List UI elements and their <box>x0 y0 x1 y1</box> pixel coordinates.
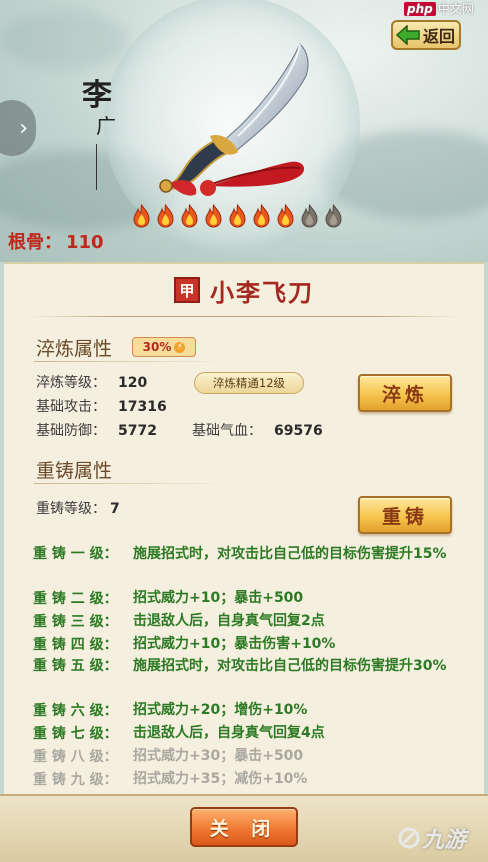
recast-level-label: 重 铸 八 级： <box>33 749 118 765</box>
star-level-flames <box>131 204 344 228</box>
recast-level-desc: 击退敌人后，自身真气回复2点 <box>133 613 325 629</box>
recast-level-row-locked: 重 铸 八 级： 招式威力+30；暴击+500 <box>33 746 453 767</box>
calligraphy-stroke <box>96 144 97 190</box>
recast-level-label: 重 铸 五 级： <box>33 658 118 674</box>
stat-label: 基础防御： <box>36 423 106 439</box>
calligraphy-char: 李 <box>82 78 112 113</box>
refine-section-title: 淬炼属性 <box>36 338 113 360</box>
recast-level-desc: 招式威力+35；减伤+10% <box>133 771 308 787</box>
recast-level-label: 重 铸 四 级： <box>33 637 118 653</box>
recast-level-desc: 招式威力+30；暴击+500 <box>133 748 304 764</box>
recast-level-desc: 招式威力+20；增伤+10% <box>133 702 308 718</box>
stat-base-attack: 基础攻击： 17316 <box>36 396 167 416</box>
recast-level-label: 重 铸 二 级： <box>33 591 118 607</box>
recast-level-desc: 施展招式时，对攻击比自己低的目标伤害提升30% <box>133 658 447 674</box>
recast-level-row: 重 铸 七 级： 击退敌人后，自身真气回复4点 <box>33 723 453 744</box>
recast-level-label: 重 铸 三 级： <box>33 614 118 630</box>
stat-base-defense: 基础防御： 5772 <box>36 420 157 440</box>
recast-level-label: 重 铸 一 级： <box>33 546 118 562</box>
stat-base-hp: 基础气血： 69576 <box>192 420 323 440</box>
php-logo: php <box>404 2 436 16</box>
weapon-showcase: › 李 广 php 中文网 返回 根骨： 110 <box>0 0 488 262</box>
recast-level-row-locked: 重 铸 九 级： 招式威力+35；减伤+10% <box>33 769 453 790</box>
jiuyou-logo-icon <box>398 827 420 849</box>
stat-label: 基础攻击： <box>36 399 106 415</box>
root-bone-label: 根骨： <box>8 232 62 253</box>
root-bone-value: 110 <box>66 232 104 253</box>
flame-unlit-icon <box>301 204 318 228</box>
close-button[interactable]: 关 闭 <box>190 807 298 847</box>
refine-mastery-badge: 淬炼精通12级 <box>194 372 304 394</box>
calligraphy-char: 广 <box>96 114 116 138</box>
jiuyou-logo: 九游 <box>398 822 466 854</box>
recast-level-label: 重 铸 六 级： <box>33 703 118 719</box>
root-bone-stat: 根骨： 110 <box>8 228 104 254</box>
grade-seal: 甲 <box>174 277 200 303</box>
divider <box>28 316 460 317</box>
flame-lit-icon <box>229 204 246 228</box>
recast-button[interactable]: 重铸 <box>358 496 452 534</box>
weapon-detail-screen: › 李 广 php 中文网 返回 根骨： 110 甲 小李飞刀 淬炼属性 30%… <box>0 0 488 862</box>
flame-lit-icon <box>277 204 294 228</box>
recast-level-row: 重 铸 六 级： 招式威力+20；增伤+10% <box>33 700 453 721</box>
recast-level-row: 重 铸 一 级： 施展招式时，对攻击比自己低的目标伤害提升15% <box>33 544 453 565</box>
prev-arrow-button[interactable]: › <box>0 100 36 156</box>
back-button[interactable]: 返回 <box>391 20 461 50</box>
weapon-title-row: 甲 小李飞刀 <box>4 270 484 310</box>
stat-label: 基础气血： <box>192 423 262 439</box>
flame-unlit-icon <box>325 204 342 228</box>
flame-lit-icon <box>133 204 150 228</box>
watermark-text: 中文网 <box>437 2 474 16</box>
divider <box>34 361 234 362</box>
flame-lit-icon <box>253 204 270 228</box>
flame-lit-icon <box>181 204 198 228</box>
refine-percent-badge: 30% ⚡ <box>132 337 196 357</box>
recast-level-label: 重 铸 七 级： <box>33 726 118 742</box>
back-label: 返回 <box>423 27 456 46</box>
flying-dagger-illustration <box>159 43 309 196</box>
recast-level-label: 重 铸 九 级： <box>33 772 118 788</box>
recast-level-row: 重 铸 三 级： 击退敌人后，自身真气回复2点 <box>33 611 453 632</box>
refine-percent: 30% <box>142 340 172 354</box>
recast-level-desc: 招式威力+10；暴击伤害+10% <box>133 636 336 652</box>
recast-level-desc: 施展招式时，对攻击比自己低的目标伤害提升15% <box>133 546 447 562</box>
recast-level-row: 重 铸 五 级： 施展招式时，对攻击比自己低的目标伤害提升30% <box>33 656 453 677</box>
stat-value: 120 <box>118 375 148 391</box>
arrow-left-icon <box>395 25 420 45</box>
jiuyou-logo-text: 九游 <box>422 828 467 853</box>
recast-level-desc: 招式威力+10；暴击+500 <box>133 590 304 606</box>
stat-value: 17316 <box>118 399 167 415</box>
lightning-icon: ⚡ <box>174 341 186 353</box>
recast-level-row: 重 铸 四 级： 招式威力+10；暴击伤害+10% <box>33 634 453 655</box>
weapon-name: 小李飞刀 <box>210 277 314 307</box>
recast-level-row: 重 铸 二 级： 招式威力+10；暴击+500 <box>33 588 453 609</box>
mist-cloud <box>0 10 130 70</box>
divider <box>34 483 234 484</box>
flame-lit-icon <box>157 204 174 228</box>
stat-label: 淬炼等级： <box>36 375 106 391</box>
stat-value: 5772 <box>118 423 157 439</box>
refine-button[interactable]: 淬炼 <box>358 374 452 412</box>
recast-level-desc: 击退敌人后，自身真气回复4点 <box>133 725 325 741</box>
chevron-right-icon: › <box>19 115 28 141</box>
stat-label: 重铸等级： <box>36 501 106 517</box>
stat-recast-level: 重铸等级： 7 <box>36 498 120 518</box>
stat-value: 7 <box>110 501 120 517</box>
stat-refine-level: 淬炼等级： 120 <box>36 372 147 392</box>
stat-value: 69576 <box>274 423 323 439</box>
flame-lit-icon <box>205 204 222 228</box>
calligraphy-inscription: 李 广 <box>82 70 122 190</box>
php-watermark: php 中文网 <box>404 0 474 17</box>
recast-section-title: 重铸属性 <box>36 460 113 482</box>
